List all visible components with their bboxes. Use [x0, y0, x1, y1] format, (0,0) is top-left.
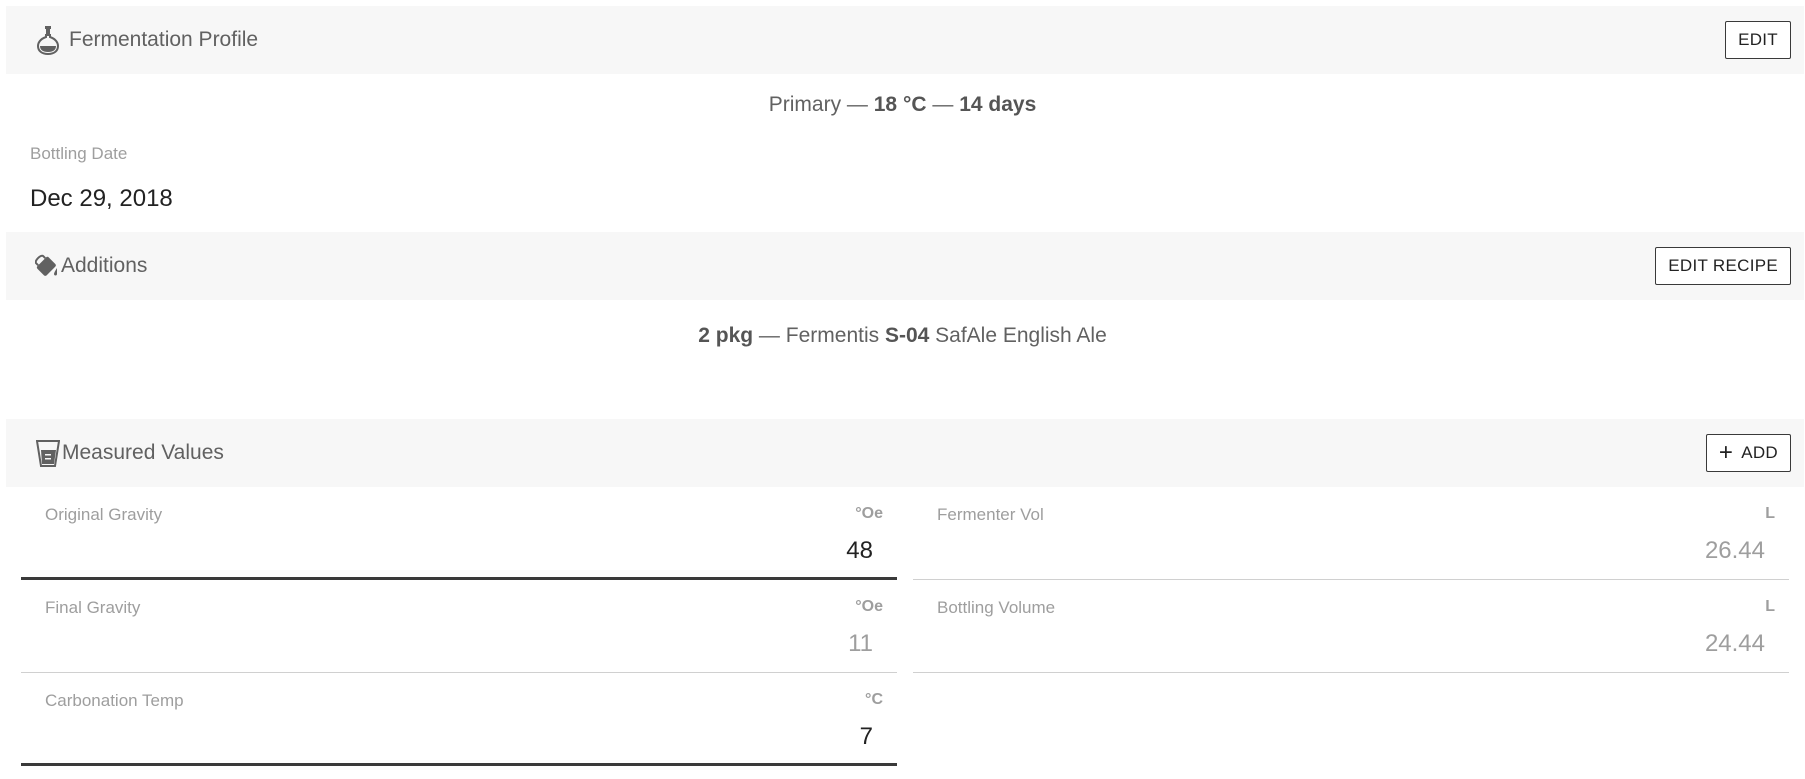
field-value: 7	[859, 723, 873, 750]
paint-bucket-icon	[34, 251, 62, 281]
plus-icon: +	[1718, 439, 1734, 466]
flask-icon	[34, 25, 62, 55]
final-gravity-field[interactable]: Final Gravity °Oe 11	[21, 580, 897, 673]
field-value: 48	[846, 537, 873, 564]
section-title: Additions	[61, 254, 148, 277]
field-label: Carbonation Temp	[45, 691, 184, 710]
field-label: Original Gravity	[45, 505, 163, 524]
field-unit: °Oe	[855, 598, 883, 615]
field-unit: °C	[865, 691, 883, 708]
step-separator: —	[841, 93, 874, 116]
field-unit: L	[1765, 598, 1775, 615]
field-value: 11	[848, 630, 873, 657]
bottling-date-label: Bottling Date	[30, 144, 128, 163]
edit-recipe-button[interactable]: EDIT RECIPE	[1655, 247, 1791, 285]
field-underline	[21, 763, 897, 766]
section-title: Fermentation Profile	[69, 28, 259, 51]
add-measurement-button[interactable]: + ADD	[1705, 434, 1791, 472]
add-button-label: ADD	[1741, 443, 1778, 462]
edit-recipe-label: EDIT RECIPE	[1668, 256, 1778, 275]
addition-code: S-04	[884, 324, 930, 347]
step-duration: 14 days	[959, 93, 1037, 116]
section-title: Measured Values	[62, 441, 224, 464]
field-unit: °Oe	[855, 505, 883, 522]
addition-amount: 2 pkg	[698, 324, 754, 347]
addition-item: 2 pkg — Fermentis S-04 SafAle English Al…	[0, 324, 1805, 348]
measured-values-header: Measured Values + ADD	[6, 419, 1804, 487]
step-name: Primary	[768, 93, 842, 116]
fermentation-step: Primary — 18 °C — 14 days	[0, 93, 1805, 117]
addition-brand: Fermentis	[785, 324, 885, 347]
field-unit: L	[1765, 505, 1775, 522]
field-label: Final Gravity	[45, 598, 141, 617]
original-gravity-field[interactable]: Original Gravity °Oe 48	[21, 487, 897, 580]
additions-header: Additions EDIT RECIPE	[6, 232, 1804, 300]
field-label: Bottling Volume	[937, 598, 1056, 617]
bottling-volume-field[interactable]: Bottling Volume L 24.44	[913, 580, 1789, 673]
carbonation-temp-field[interactable]: Carbonation Temp °C 7	[21, 673, 897, 766]
measure-icon	[34, 438, 62, 468]
addition-separator: —	[753, 324, 786, 347]
step-separator: —	[926, 93, 960, 116]
field-value: 24.44	[1704, 630, 1765, 657]
fermenter-volume-field[interactable]: Fermenter Vol L 26.44	[913, 487, 1789, 580]
edit-button-label: EDIT	[1738, 30, 1778, 49]
field-underline	[913, 672, 1789, 673]
fermentation-profile-header: Fermentation Profile EDIT	[6, 6, 1804, 74]
bottling-date-value[interactable]: Dec 29, 2018	[30, 185, 173, 213]
addition-name: SafAle English Ale	[929, 324, 1107, 347]
field-label: Fermenter Vol	[937, 505, 1044, 524]
field-value: 26.44	[1704, 537, 1765, 564]
step-temperature: 18 °C	[873, 93, 927, 116]
edit-fermentation-button[interactable]: EDIT	[1725, 21, 1791, 59]
